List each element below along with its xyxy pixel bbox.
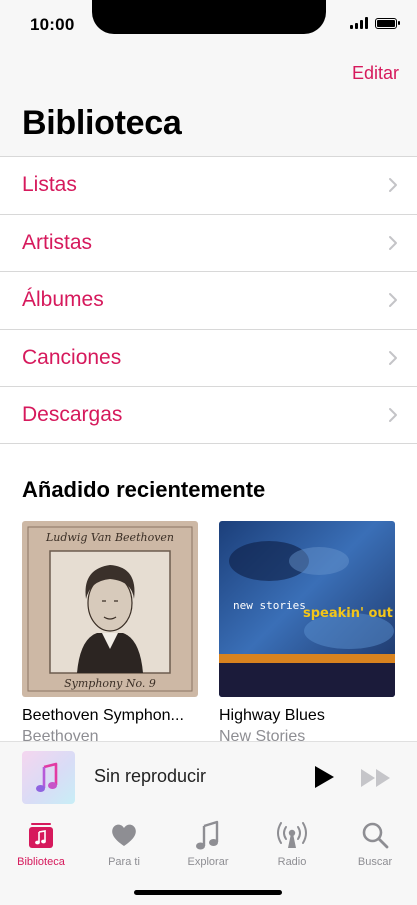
tab-label: Para ti [108, 856, 140, 868]
music-note-icon [196, 820, 219, 850]
album-title: Beethoven Symphon... [22, 707, 184, 724]
status-time: 10:00 [30, 15, 75, 34]
tab-explorar[interactable]: Explorar [168, 819, 248, 868]
library-menu: Listas Artistas Álbumes Canciones Descar… [0, 156, 417, 444]
fast-forward-icon[interactable] [360, 768, 392, 788]
recently-added-title: Añadido recientemente [22, 477, 266, 502]
album-card[interactable]: new stories speakin' out Highway Blues N… [219, 521, 395, 746]
menu-item-label: Artistas [22, 230, 93, 254]
tab-label: Explorar [187, 856, 229, 868]
album-cover-highway-blues[interactable]: new stories speakin' out [219, 521, 395, 697]
play-icon[interactable] [313, 765, 335, 789]
home-indicator[interactable] [134, 890, 282, 895]
edit-button[interactable]: Editar [352, 63, 399, 84]
cover-text-left: new stories [233, 599, 306, 612]
chevron-right-icon [389, 235, 397, 250]
menu-item-canciones[interactable]: Canciones [0, 328, 417, 387]
battery-icon [375, 17, 400, 29]
menu-item-albumes[interactable]: Álbumes [0, 271, 417, 329]
signal-icon [350, 17, 368, 29]
menu-item-label: Canciones [22, 345, 122, 369]
tab-label: Radio [277, 856, 307, 868]
menu-item-label: Descargas [22, 403, 123, 427]
chevron-right-icon [389, 293, 397, 308]
tab-buscar[interactable]: Buscar [335, 819, 415, 868]
chevron-right-icon [389, 178, 397, 192]
library-icon [29, 823, 53, 848]
device-notch [92, 0, 326, 34]
menu-item-descargas[interactable]: Descargas [0, 386, 417, 444]
tab-biblioteca[interactable]: Biblioteca [1, 819, 81, 868]
album-cover-beethoven[interactable]: Ludwig Van Beethoven Symphony No. 9 [22, 521, 198, 697]
page-title: Biblioteca [22, 104, 182, 142]
album-card[interactable]: Ludwig Van Beethoven Symphony No. 9 Beet… [22, 521, 198, 746]
search-icon [362, 822, 389, 849]
chevron-right-icon [389, 350, 397, 365]
menu-item-label: Listas [22, 173, 77, 196]
mini-player-title: Sin reproducir [94, 766, 207, 786]
radio-icon [277, 822, 307, 848]
tab-label: Buscar [357, 856, 393, 868]
cover-text-top: Ludwig Van Beethoven [45, 531, 174, 544]
tab-para-ti[interactable]: Para ti [84, 819, 164, 868]
cover-text-bottom: Symphony No. 9 [64, 677, 156, 690]
music-note-icon [36, 762, 58, 792]
tab-label: Biblioteca [17, 856, 65, 868]
heart-icon [112, 824, 136, 846]
cover-text-right: speakin' out [303, 606, 393, 621]
tab-radio[interactable]: Radio [252, 819, 332, 868]
mini-player-artwork[interactable] [22, 751, 75, 804]
menu-item-label: Álbumes [22, 288, 104, 312]
menu-item-artistas[interactable]: Artistas [0, 213, 417, 272]
chevron-right-icon [389, 408, 397, 423]
status-icons [350, 17, 400, 29]
mini-player[interactable]: Sin reproducir [0, 741, 417, 813]
album-title: Highway Blues [219, 707, 325, 724]
menu-item-listas[interactable]: Listas [0, 156, 417, 214]
